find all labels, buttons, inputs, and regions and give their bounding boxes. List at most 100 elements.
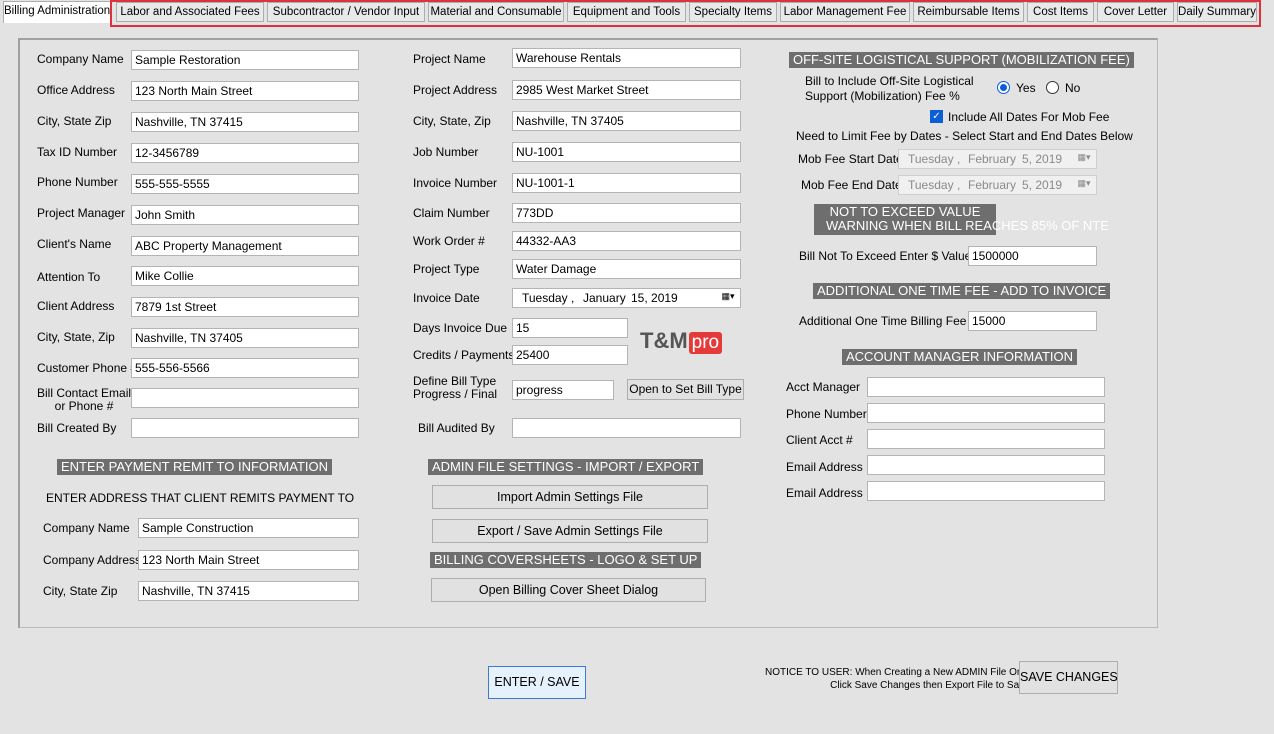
client-name-label: Client's Name — [37, 237, 112, 251]
nte-header-line1: NOT TO EXCEED VALUE — [829, 204, 981, 219]
tax-id-field[interactable]: 12-3456789 — [131, 143, 359, 163]
billing-coversheets-header: BILLING COVERSHEETS - LOGO & SET UP — [430, 552, 702, 568]
project-type-field[interactable]: Water Damage — [512, 259, 741, 279]
project-manager-field[interactable]: John Smith — [131, 205, 359, 225]
invoice-number-label: Invoice Number — [413, 176, 498, 190]
invoice-number-field[interactable]: NU-1001-1 — [512, 173, 741, 193]
mob-end-day: Tuesday — [908, 178, 954, 192]
notice-line2: Click Save Changes then Export File to S… — [830, 680, 1030, 691]
office-address-field[interactable]: 123 North Main Street — [131, 81, 359, 101]
project-city-field[interactable]: Nashville, TN 37405 — [512, 111, 741, 131]
notice-to-user: NOTICE TO USER: When Creating a New ADMI… — [765, 666, 1030, 692]
additional-fee-field[interactable]: 15000 — [968, 311, 1097, 331]
bill-type-label: Define Bill Type Progress / Final — [413, 375, 497, 401]
nte-value-field[interactable]: 1500000 — [968, 246, 1097, 266]
client-address-field[interactable]: 7879 1st Street — [131, 297, 359, 317]
mob-start-day: Tuesday — [908, 152, 954, 166]
mob-no-label: No — [1065, 81, 1081, 95]
bill-contact-label: Bill Contact Email or Phone # — [37, 387, 131, 413]
mob-start-date-label: Mob Fee Start Date — [798, 152, 903, 166]
project-address-label: Project Address — [413, 83, 498, 97]
client-city-field[interactable]: Nashville, TN 37405 — [131, 328, 359, 348]
credits-field[interactable]: 25400 — [512, 345, 628, 365]
open-cover-sheet-button[interactable]: Open Billing Cover Sheet Dialog — [431, 578, 706, 602]
nte-label: Bill Not To Exceed Enter $ Value — [799, 249, 972, 263]
enter-save-button[interactable]: ENTER / SAVE — [488, 666, 586, 699]
credits-label: Credits / Payments — [413, 348, 515, 362]
city-state-zip-label: City, State Zip — [37, 114, 112, 128]
acct-phone-field[interactable] — [867, 403, 1105, 423]
company-name-label: Company Name — [37, 52, 124, 66]
city-state-zip-field[interactable]: Nashville, TN 37415 — [131, 112, 359, 132]
project-name-label: Project Name — [413, 52, 486, 66]
bill-type-label-line1: Define Bill Type — [413, 374, 497, 388]
include-all-dates-label: Include All Dates For Mob Fee — [948, 110, 1110, 124]
acct-manager-field[interactable] — [867, 377, 1105, 397]
mob-start-date-picker[interactable]: Tuesday , February 5, 2019 ▦▾ — [898, 149, 1097, 169]
project-name-field[interactable]: Warehouse Rentals — [512, 48, 741, 68]
open-bill-type-button[interactable]: Open to Set Bill Type — [627, 379, 744, 400]
email-address-field-1[interactable] — [867, 455, 1105, 475]
project-address-field[interactable]: 2985 West Market Street — [512, 80, 741, 100]
export-admin-settings-button[interactable]: Export / Save Admin Settings File — [432, 519, 708, 543]
mob-end-date-label: Mob Fee End Date — [801, 178, 902, 192]
bill-audited-field[interactable] — [512, 418, 741, 438]
work-order-label: Work Order # — [413, 234, 485, 248]
job-number-field[interactable]: NU-1001 — [512, 142, 741, 162]
account-manager-header: ACCOUNT MANAGER INFORMATION — [842, 349, 1078, 365]
email-address-field-2[interactable] — [867, 481, 1105, 501]
mobilization-header: OFF-SITE LOGISTICAL SUPPORT (MOBILIZATIO… — [789, 52, 1134, 68]
bill-contact-field[interactable] — [131, 388, 359, 408]
project-manager-label: Project Manager — [37, 206, 126, 220]
invoice-date-date: 15, 2019 — [631, 291, 678, 305]
mob-end-comma: , — [957, 178, 961, 192]
remit-subheader: ENTER ADDRESS THAT CLIENT REMITS PAYMENT… — [46, 491, 355, 505]
claim-number-field[interactable]: 773DD — [512, 203, 741, 223]
phone-number-field[interactable]: 555-555-5555 — [131, 174, 359, 194]
remit-header: ENTER PAYMENT REMIT TO INFORMATION — [57, 459, 333, 475]
invoice-date-label: Invoice Date — [413, 291, 480, 305]
bill-audited-label: Bill Audited By — [418, 421, 495, 435]
work-order-field[interactable]: 44332-AA3 — [512, 231, 741, 251]
mob-no-radio[interactable] — [1046, 81, 1059, 94]
attention-to-field[interactable]: Mike Collie — [131, 266, 359, 286]
phone-number-label: Phone Number — [37, 175, 118, 189]
client-name-field[interactable]: ABC Property Management — [131, 236, 359, 256]
additional-fee-label: Additional One Time Billing Fee — [799, 314, 967, 328]
days-due-label: Days Invoice Due — [413, 321, 508, 335]
office-address-label: Office Address — [37, 83, 115, 97]
tab-billing-administration[interactable]: Billing Administration — [3, 1, 111, 23]
limit-fee-note: Need to Limit Fee by Dates - Select Star… — [796, 129, 1133, 143]
remit-company-name-field[interactable]: Sample Construction — [138, 518, 359, 538]
remit-city-field[interactable]: Nashville, TN 37415 — [138, 581, 359, 601]
mob-yes-radio[interactable] — [997, 81, 1010, 94]
customer-phone-field[interactable]: 555-556-5566 — [131, 358, 359, 378]
mob-end-date-picker[interactable]: Tuesday , February 5, 2019 ▦▾ — [898, 175, 1097, 195]
client-city-label: City, State, Zip — [37, 330, 115, 344]
mob-yes-label: Yes — [1016, 81, 1036, 95]
remit-company-address-field[interactable]: 123 North Main Street — [138, 550, 359, 570]
import-admin-settings-button[interactable]: Import Admin Settings File — [432, 485, 708, 509]
mob-start-date: 5, 2019 — [1022, 152, 1063, 166]
bill-created-by-label: Bill Created By — [37, 421, 117, 435]
remit-city-label: City, State Zip — [43, 584, 118, 598]
email-address-label-1: Email Address — [786, 460, 863, 474]
claim-number-label: Claim Number — [413, 206, 490, 220]
calendar-dropdown-icon[interactable]: ▦▾ — [1074, 176, 1094, 190]
calendar-dropdown-icon[interactable]: ▦▾ — [718, 289, 738, 303]
nte-header-line2: WARNING WHEN BILL REACHES 85% OF NTE — [826, 218, 1109, 233]
include-all-dates-checkbox[interactable]: ✓ — [930, 110, 943, 123]
calendar-dropdown-icon[interactable]: ▦▾ — [1074, 150, 1094, 164]
client-acct-field[interactable] — [867, 429, 1105, 449]
tax-id-label: Tax ID Number — [37, 145, 118, 159]
project-city-label: City, State, Zip — [413, 114, 491, 128]
company-name-field[interactable]: Sample Restoration — [131, 50, 359, 70]
project-type-label: Project Type — [413, 262, 480, 276]
days-due-field[interactable]: 15 — [512, 318, 628, 338]
invoice-date-picker[interactable]: Tuesday , January 15, 2019 ▦▾ — [512, 288, 741, 308]
pro-logo-badge: pro — [688, 332, 723, 354]
bill-type-field[interactable]: progress — [512, 380, 614, 400]
save-changes-button[interactable]: SAVE CHANGES — [1019, 661, 1118, 694]
tm-pro-logo: T&M pro — [640, 328, 723, 354]
bill-created-by-field[interactable] — [131, 418, 359, 438]
